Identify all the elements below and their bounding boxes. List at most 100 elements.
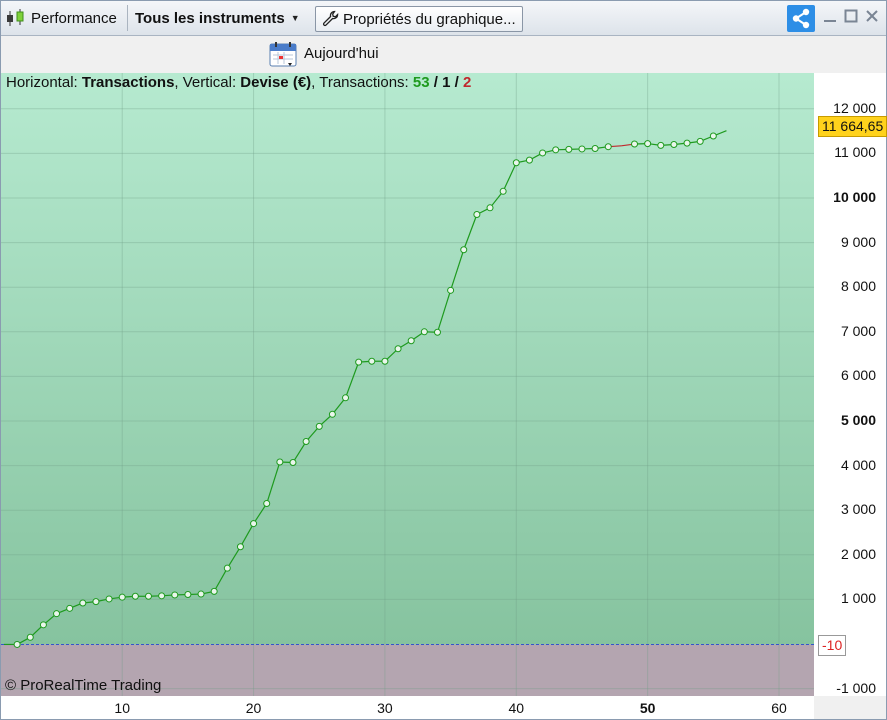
trade-point (13, 640, 21, 648)
trade-point (657, 141, 665, 149)
trade-point (263, 500, 271, 508)
vertical-value: Devise (€) (240, 74, 312, 91)
trade-point (118, 593, 126, 601)
toolbar-separator (127, 5, 128, 31)
slash-separator: / (450, 74, 463, 91)
trade-point (670, 140, 678, 148)
window: Performance Tous les instruments ▼ Propr… (0, 0, 887, 720)
trade-point (184, 590, 192, 598)
equity-chart (1, 73, 814, 696)
chart-area[interactable] (1, 73, 814, 696)
wrench-icon (322, 10, 339, 27)
trade-point (604, 143, 612, 151)
trade-point (539, 149, 547, 157)
trade-point (552, 146, 560, 154)
x-tick-label: 40 (508, 700, 525, 716)
horizontal-value: Transactions (81, 74, 175, 91)
vertical-prefix: , Vertical: (174, 74, 241, 91)
x-axis[interactable]: 10 20 30 40 50 60 (1, 696, 814, 719)
y-tick-label: 3 000 (840, 501, 876, 518)
instruments-dropdown[interactable]: Tous les instruments ▼ (135, 5, 300, 31)
trade-point (644, 140, 652, 148)
trade-point (433, 328, 441, 336)
y-tick-label: 2 000 (840, 545, 876, 562)
trade-point (447, 286, 455, 294)
performance-tab[interactable]: Performance (5, 5, 117, 31)
trade-point (486, 204, 494, 212)
trade-point (26, 633, 34, 641)
trade-point (709, 132, 717, 140)
share-icon (792, 8, 810, 29)
slash-separator: / (429, 74, 443, 91)
trade-point (250, 520, 258, 528)
trade-point (499, 187, 507, 195)
trade-point (394, 345, 402, 353)
today-label[interactable]: Aujourd'hui (304, 45, 379, 62)
x-tick-label: 50 (639, 700, 656, 716)
trade-point (368, 357, 376, 365)
trade-point (105, 595, 113, 603)
trade-point (473, 211, 481, 219)
trade-point (342, 394, 350, 402)
chart-info: Horizontal: Transactions, Vertical: Devi… (6, 74, 471, 91)
y-tick-label: 9 000 (840, 233, 876, 250)
instruments-label: Tous les instruments (135, 9, 285, 27)
calendar-icon[interactable] (269, 41, 299, 69)
x-tick-label: 30 (377, 700, 393, 716)
chevron-down-icon: ▼ (290, 13, 300, 23)
y-tick-label: 6 000 (840, 367, 876, 384)
trade-point (158, 592, 166, 600)
trade-point (236, 543, 244, 551)
y-tick-label: 1 000 (840, 590, 876, 607)
toolbar: Performance Tous les instruments ▼ Propr… (1, 1, 886, 36)
minimize-icon[interactable] (823, 9, 837, 23)
trade-point (460, 246, 468, 254)
trade-point (315, 422, 323, 430)
gain-area (1, 73, 814, 645)
trade-point (197, 590, 205, 598)
trade-point (355, 358, 363, 366)
trade-point (53, 610, 61, 618)
share-button[interactable] (787, 5, 815, 32)
trade-point (289, 458, 297, 466)
close-icon[interactable] (865, 9, 879, 23)
trade-point (92, 598, 100, 606)
y-tick-label: -1 000 (836, 679, 876, 696)
chart-properties-button[interactable]: Propriétés du graphique... (315, 6, 523, 32)
y-tick-label: 11 000 (834, 144, 876, 161)
y-tick-label: 4 000 (840, 456, 876, 473)
candlestick-icon (7, 9, 24, 26)
last-value-badge: 11 664,65 (818, 116, 887, 137)
trade-point (328, 410, 336, 418)
y-axis[interactable]: -1 000 1 000 2 000 3 000 4 000 5 000 6 000 7 00… (814, 73, 886, 696)
trade-point (420, 328, 428, 336)
trade-point (66, 604, 74, 612)
trade-point (79, 599, 87, 607)
maximize-icon[interactable] (844, 9, 858, 23)
y-tick-label: 10 000 (833, 189, 876, 205)
trade-point (381, 357, 389, 365)
trade-point (696, 137, 704, 145)
chart-properties-label: Propriétés du graphique... (343, 10, 516, 28)
trade-point (683, 139, 691, 147)
winning-count: 53 (412, 74, 430, 91)
y-tick-label: 5 000 (840, 412, 876, 428)
date-bar: Aujourd'hui (1, 36, 886, 73)
x-tick-label: 20 (245, 700, 262, 716)
trade-point (565, 145, 573, 153)
horizontal-prefix: Horizontal: (6, 74, 82, 91)
trade-point (171, 591, 179, 599)
trade-point (276, 458, 284, 466)
trade-point (39, 621, 47, 629)
trade-point (512, 159, 520, 167)
copyright-label: © ProRealTime Trading (5, 677, 162, 694)
trade-point (302, 438, 310, 446)
trade-point (525, 156, 533, 164)
trade-point (223, 564, 231, 572)
trade-point (210, 587, 218, 595)
transactions-prefix: , Transactions: (311, 74, 413, 91)
y-tick-label: 8 000 (840, 278, 876, 295)
zero-value-badge: -10 (818, 635, 847, 656)
x-tick-label: 60 (771, 700, 787, 716)
trade-point (578, 145, 586, 153)
